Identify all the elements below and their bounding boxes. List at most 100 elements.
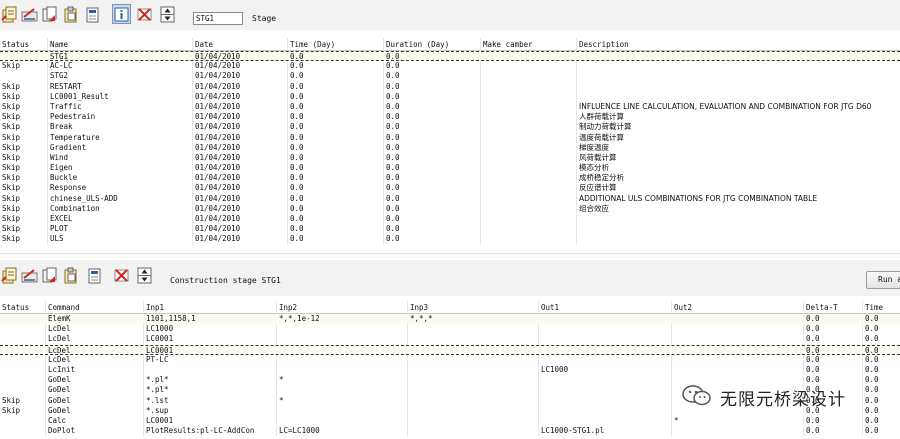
new-command-icon[interactable] [0, 265, 19, 285]
stage-row[interactable]: Skip RESTART 01/04/2010 0.0 0.0 [0, 82, 900, 92]
col-inp1[interactable]: Inp1 [146, 301, 164, 314]
cell-time[interactable]: 0.0 [290, 153, 304, 163]
col-name[interactable]: Name [50, 38, 68, 51]
cell-delta-t[interactable]: 0.0 [806, 355, 820, 365]
cell-date[interactable]: 01/04/2010 [195, 102, 240, 112]
cell-date[interactable]: 01/04/2010 [195, 173, 240, 183]
stage-row[interactable]: Skip Combination 01/04/2010 0.0 0.0 组合效应 [0, 204, 900, 214]
cell-status[interactable]: Skip [2, 224, 20, 234]
cell-duration[interactable]: 0.0 [386, 153, 400, 163]
stage-row[interactable]: Skip Temperature 01/04/2010 0.0 0.0 温度荷载计算 [0, 133, 900, 143]
cell-command[interactable]: GoDel [48, 385, 71, 395]
cell-status[interactable]: Skip [2, 153, 20, 163]
cell-command[interactable]: LcDel [48, 355, 71, 365]
cell-out2[interactable]: * [674, 416, 679, 426]
cell-date[interactable]: 01/04/2010 [195, 71, 240, 81]
copy-command-icon[interactable] [40, 265, 59, 285]
cell-command[interactable]: GoDel [48, 396, 71, 406]
col-description[interactable]: Description [579, 38, 629, 51]
info-icon[interactable] [112, 4, 131, 24]
stage-row[interactable]: Skip Eigen 01/04/2010 0.0 0.0 模态分析 [0, 163, 900, 173]
cell-time[interactable]: 0.0 [290, 214, 304, 224]
cell-status[interactable]: Skip [2, 61, 20, 71]
cell-inp1[interactable]: *.lst [146, 396, 169, 406]
cell-description[interactable]: 组合效应 [579, 204, 609, 214]
cell-status[interactable]: Skip [2, 396, 20, 406]
cell-status[interactable]: Skip [2, 122, 20, 132]
cell-duration[interactable]: 0.0 [386, 82, 400, 92]
cell-duration[interactable]: 0.0 [386, 61, 400, 71]
cell-date[interactable]: 01/04/2010 [195, 194, 240, 204]
cell-inp1[interactable]: LC0001 [146, 334, 173, 344]
col-out2[interactable]: Out2 [674, 301, 692, 314]
col-status[interactable]: Status [2, 301, 29, 314]
cell-time[interactable]: 0.0 [865, 385, 879, 395]
cell-name[interactable]: PLOT [50, 224, 68, 234]
cell-inp1[interactable]: 1101,1158,1 [146, 314, 196, 324]
cell-description[interactable]: 人群荷载计算 [579, 112, 624, 122]
cell-date[interactable]: 01/04/2010 [195, 234, 240, 244]
edit-stage-icon[interactable] [20, 4, 39, 24]
cell-status[interactable]: Skip [2, 183, 20, 193]
move-command-icon[interactable] [135, 265, 154, 285]
cell-command[interactable]: GoDel [48, 375, 71, 385]
cell-time[interactable]: 0.0 [290, 102, 304, 112]
cell-time[interactable]: 0.0 [290, 112, 304, 122]
cell-delta-t[interactable]: 0.0 [806, 324, 820, 334]
cell-date[interactable]: 01/04/2010 [195, 133, 240, 143]
cell-status[interactable]: Skip [2, 234, 20, 244]
cell-time[interactable]: 0.0 [290, 71, 304, 81]
cell-delta-t[interactable]: 0.0 [806, 365, 820, 375]
cell-command[interactable]: LcDel [48, 334, 71, 344]
cell-date[interactable]: 01/04/2010 [195, 82, 240, 92]
cell-date[interactable]: 01/04/2010 [195, 183, 240, 193]
cell-time[interactable]: 0.0 [290, 183, 304, 193]
cell-duration[interactable]: 0.0 [386, 71, 400, 81]
cell-inp1[interactable]: *.pl* [146, 375, 169, 385]
cell-date[interactable]: 01/04/2010 [195, 122, 240, 132]
col-inp2[interactable]: Inp2 [279, 301, 297, 314]
stage-row[interactable]: Skip Gradient 01/04/2010 0.0 0.0 梯度温度 [0, 143, 900, 153]
cell-status[interactable]: Skip [2, 204, 20, 214]
cell-delta-t[interactable]: 0.0 [806, 314, 820, 324]
cell-time[interactable]: 0.0 [290, 204, 304, 214]
col-duration[interactable]: Duration (Day) [386, 38, 449, 51]
cell-duration[interactable]: 0.0 [386, 163, 400, 173]
command-row[interactable]: LcDel LC0001 0.0 0.0 [0, 334, 900, 344]
delete-command-icon[interactable] [112, 265, 131, 285]
cell-status[interactable]: Skip [2, 406, 20, 416]
cell-out1[interactable]: LC1000 [541, 365, 568, 375]
cell-name[interactable]: AC-LC [50, 61, 73, 71]
cell-status[interactable]: Skip [2, 173, 20, 183]
command-row[interactable]: Calc LC0001 * 0.0 0.0 [0, 416, 900, 426]
cell-description[interactable]: 温度荷载计算 [579, 133, 624, 143]
stage-row[interactable]: Skip Break 01/04/2010 0.0 0.0 制动力荷载计算 [0, 122, 900, 132]
paste-command-icon[interactable] [61, 265, 80, 285]
stage-row[interactable]: Skip Response 01/04/2010 0.0 0.0 反应谱计算 [0, 183, 900, 193]
col-date[interactable]: Date [195, 38, 213, 51]
stage-row[interactable]: Skip AC-LC 01/04/2010 0.0 0.0 [0, 61, 900, 71]
cell-delta-t[interactable]: 0.0 [806, 334, 820, 344]
cell-status[interactable]: Skip [2, 163, 20, 173]
cell-name[interactable]: EXCEL [50, 214, 73, 224]
cell-description[interactable]: 模态分析 [579, 163, 609, 173]
cell-time[interactable]: 0.0 [865, 426, 879, 436]
cell-inp2[interactable]: *,*,1e-12 [279, 314, 320, 324]
cell-command[interactable]: Calc [48, 416, 66, 426]
cell-inp1[interactable]: PlotResults:pl-LC-AddCon [146, 426, 254, 436]
col-out1[interactable]: Out1 [541, 301, 559, 314]
stage-name-field[interactable]: STG1 [193, 12, 243, 25]
cell-date[interactable]: 01/04/2010 [195, 143, 240, 153]
stage-row[interactable]: Skip EXCEL 01/04/2010 0.0 0.0 [0, 214, 900, 224]
stage-row[interactable]: Skip chinese_ULS-ADD 01/04/2010 0.0 0.0 ADDIT… [0, 194, 900, 204]
cell-time[interactable]: 0.0 [865, 375, 879, 385]
cell-inp2[interactable]: LC=LC1000 [279, 426, 320, 436]
cell-duration[interactable]: 0.0 [386, 92, 400, 102]
cell-duration[interactable]: 0.0 [386, 143, 400, 153]
cell-time[interactable]: 0.0 [865, 355, 879, 365]
cell-duration[interactable]: 0.0 [386, 122, 400, 132]
cell-time[interactable]: 0.0 [865, 365, 879, 375]
cell-command[interactable]: LcInit [48, 365, 75, 375]
cell-inp1[interactable]: LC0001 [146, 416, 173, 426]
panel-splitter[interactable] [0, 253, 900, 259]
